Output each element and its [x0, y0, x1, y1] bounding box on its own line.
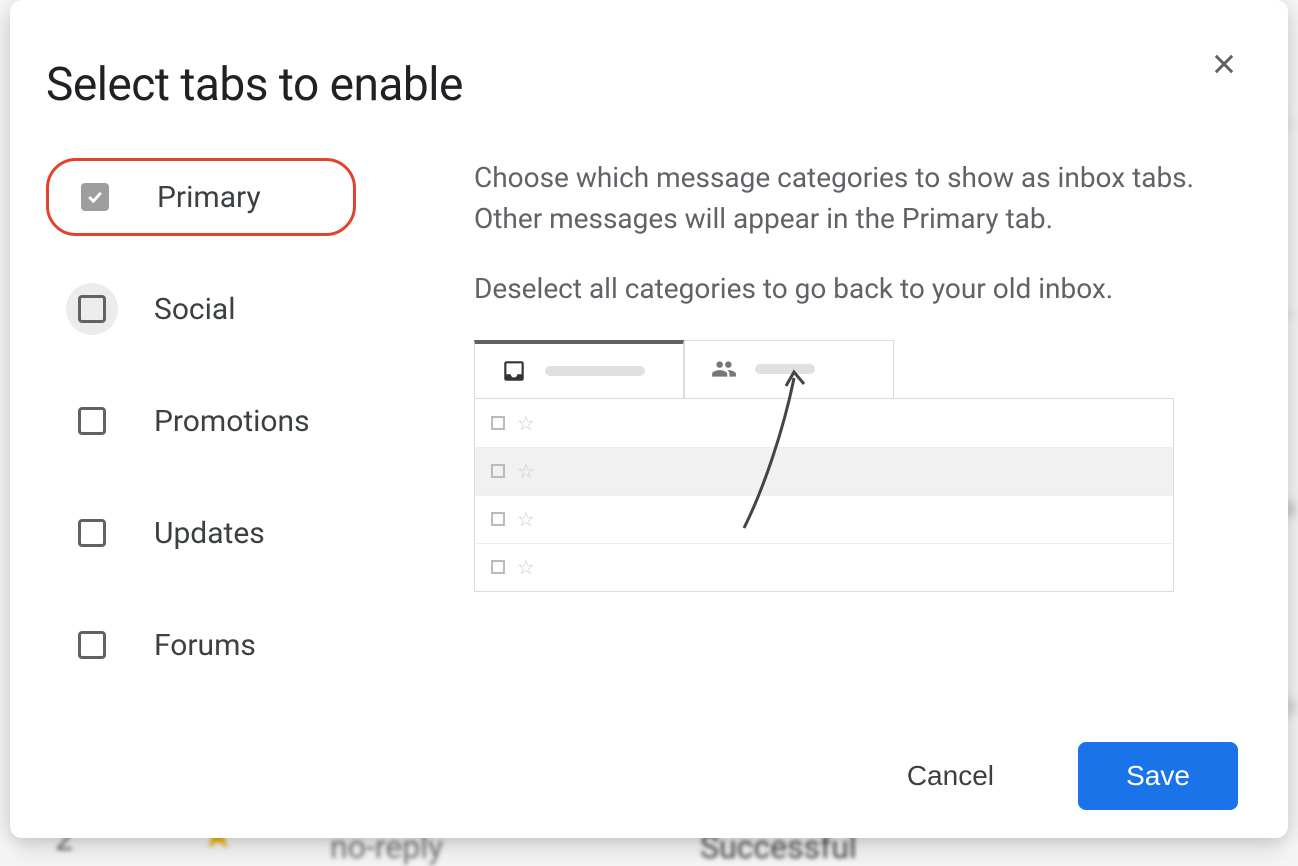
checkbox-touch-target[interactable]	[69, 171, 121, 223]
preview-row: ☆	[475, 543, 1173, 591]
close-button[interactable]	[1200, 40, 1248, 88]
category-promotions[interactable]: Promotions	[46, 382, 446, 460]
preview-tab-secondary	[684, 340, 894, 398]
category-forums[interactable]: Forums	[46, 606, 446, 684]
inbox-tabs-preview: ☆ ☆ ☆ ☆	[474, 340, 1174, 592]
category-label[interactable]: Forums	[154, 628, 256, 663]
cancel-button[interactable]: Cancel	[869, 742, 1032, 810]
updates-checkbox[interactable]	[78, 519, 106, 547]
check-icon	[85, 187, 105, 207]
category-label[interactable]: Primary	[157, 180, 261, 215]
category-primary[interactable]: Primary	[46, 158, 356, 236]
category-label[interactable]: Updates	[154, 516, 265, 551]
checkbox-touch-target[interactable]	[66, 619, 118, 671]
preview-row: ☆	[475, 495, 1173, 543]
dialog-title: Select tabs to enable	[46, 58, 463, 112]
people-icon	[711, 356, 737, 382]
preview-row: ☆	[475, 399, 1173, 447]
preview-tab-primary	[474, 340, 684, 398]
select-tabs-dialog: Select tabs to enable Primary Social Promo…	[10, 0, 1288, 838]
checkbox-touch-target[interactable]	[66, 395, 118, 447]
category-social[interactable]: Social	[46, 270, 446, 348]
promotions-checkbox[interactable]	[78, 407, 106, 435]
category-list: Primary Social Promotions Updates Forums	[46, 158, 446, 722]
preview-row: ☆	[475, 447, 1173, 495]
category-label[interactable]: Social	[154, 292, 236, 327]
forums-checkbox[interactable]	[78, 631, 106, 659]
close-icon	[1210, 50, 1238, 78]
social-checkbox[interactable]	[78, 295, 106, 323]
save-button[interactable]: Save	[1078, 742, 1238, 810]
primary-checkbox	[81, 183, 109, 211]
category-updates[interactable]: Updates	[46, 494, 446, 572]
checkbox-touch-target[interactable]	[66, 507, 118, 559]
checkbox-touch-target[interactable]	[66, 283, 118, 335]
inbox-icon	[501, 358, 527, 384]
category-label[interactable]: Promotions	[154, 404, 310, 439]
dialog-description: Choose which message categories to show …	[474, 158, 1208, 310]
